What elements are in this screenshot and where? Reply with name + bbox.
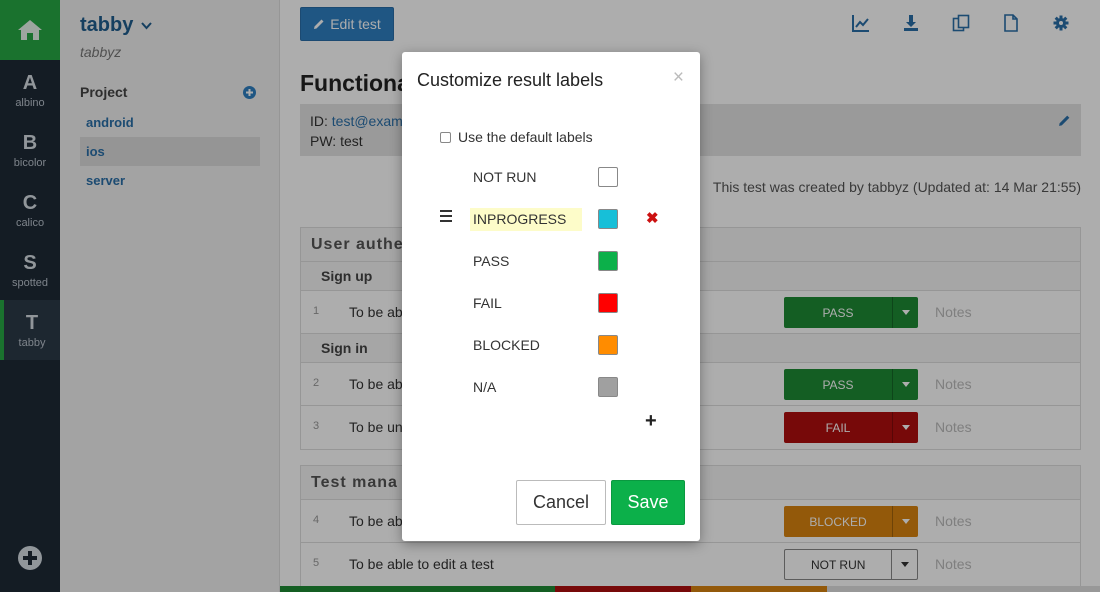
label-name-field[interactable]: INPROGRESS bbox=[470, 208, 582, 231]
save-button[interactable]: Save bbox=[611, 480, 685, 525]
delete-icon[interactable]: ✖ bbox=[646, 210, 659, 228]
dialog-title: Customize result labels bbox=[417, 70, 604, 90]
label-name-field[interactable]: FAIL bbox=[470, 292, 582, 315]
label-name-field[interactable]: N/A bbox=[470, 376, 582, 399]
use-default-labels-text: Use the default labels bbox=[458, 129, 593, 145]
label-color-swatch[interactable] bbox=[598, 335, 618, 355]
label-row: FAIL bbox=[402, 283, 700, 325]
cancel-button[interactable]: Cancel bbox=[516, 480, 606, 525]
drag-handle-icon[interactable] bbox=[440, 210, 452, 225]
customize-labels-dialog: Customize result labels × Use the defaul… bbox=[402, 52, 700, 541]
label-color-swatch[interactable] bbox=[598, 209, 618, 229]
use-default-labels-option[interactable]: Use the default labels bbox=[440, 129, 593, 145]
label-name-field[interactable]: NOT RUN bbox=[470, 166, 582, 189]
label-name-field[interactable]: PASS bbox=[470, 250, 582, 273]
label-name-field[interactable]: BLOCKED bbox=[470, 334, 582, 357]
use-default-labels-checkbox[interactable] bbox=[440, 131, 451, 143]
label-color-swatch[interactable] bbox=[598, 293, 618, 313]
label-row: NOT RUN bbox=[402, 157, 700, 199]
label-color-swatch[interactable] bbox=[598, 251, 618, 271]
add-icon[interactable]: + bbox=[645, 410, 657, 433]
label-color-swatch[interactable] bbox=[598, 377, 618, 397]
label-color-swatch[interactable] bbox=[598, 167, 618, 187]
label-row: N/A bbox=[402, 367, 700, 409]
label-row: INPROGRESS ✖ bbox=[402, 199, 700, 241]
label-row: BLOCKED bbox=[402, 325, 700, 367]
label-row: PASS bbox=[402, 241, 700, 283]
close-icon[interactable]: × bbox=[673, 67, 684, 89]
